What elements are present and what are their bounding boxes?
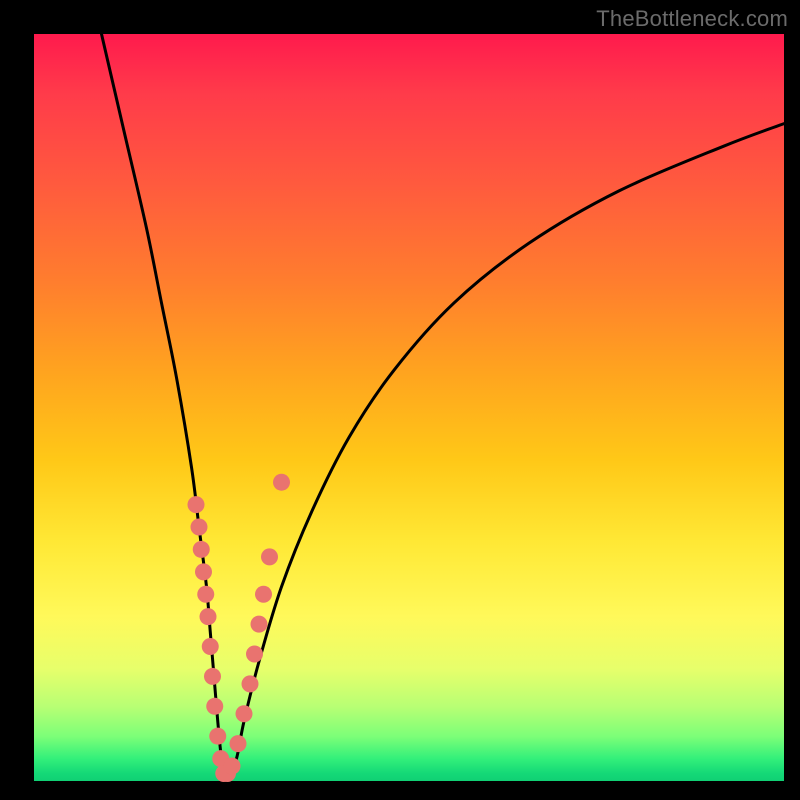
highlight-dot [191, 519, 208, 536]
watermark-text: TheBottleneck.com [596, 6, 788, 32]
highlight-dot [202, 638, 219, 655]
highlight-dot [261, 548, 278, 565]
highlight-dot [188, 496, 205, 513]
highlight-dot [197, 586, 214, 603]
highlight-dot [224, 758, 241, 775]
chart-frame: TheBottleneck.com [0, 0, 800, 800]
highlight-dot [251, 616, 268, 633]
bottleneck-curve [102, 34, 785, 775]
highlight-dot [195, 563, 212, 580]
highlight-dot [204, 668, 221, 685]
highlight-dot [209, 728, 226, 745]
svg-layer [34, 34, 784, 781]
highlight-dot [246, 646, 263, 663]
highlight-dots [188, 474, 291, 782]
highlight-dot [273, 474, 290, 491]
highlight-dot [242, 675, 259, 692]
highlight-dot [193, 541, 210, 558]
highlight-dot [206, 698, 223, 715]
highlight-dot [230, 735, 247, 752]
highlight-dot [236, 705, 253, 722]
highlight-dot [255, 586, 272, 603]
highlight-dot [200, 608, 217, 625]
plot-area [34, 34, 784, 781]
